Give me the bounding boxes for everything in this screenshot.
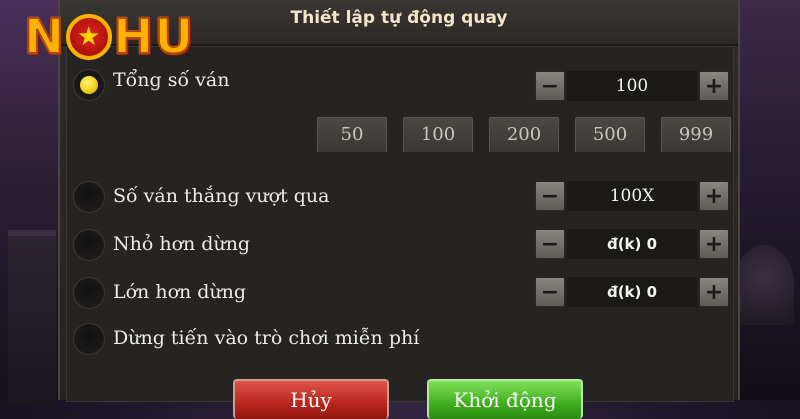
preset-200-button[interactable]: 200 <box>489 117 559 153</box>
label-win-exceed: Số ván thắng vượt qua <box>113 185 330 207</box>
decrease-button[interactable]: − <box>535 229 565 259</box>
label-stop-above: Lớn hơn dừng <box>113 281 247 303</box>
stepper-stop-above: − đ(k) 0 + <box>535 276 729 310</box>
background-right <box>730 0 800 400</box>
row-stop-below: Nhỏ hơn dừng − đ(k) 0 + <box>67 225 733 265</box>
increase-button[interactable]: + <box>699 229 729 259</box>
label-stop-below: Nhỏ hơn dừng <box>113 233 251 255</box>
row-win-exceed: Số ván thắng vượt qua − 100X + <box>67 177 733 217</box>
logo-letter-n: N <box>23 8 66 66</box>
stepper-win-exceed: − 100X + <box>535 180 729 214</box>
radio-selected-dot <box>80 76 98 94</box>
row-total-spins: Tổng số ván − 100 + <box>67 65 733 105</box>
value-stop-below: đ(k) 0 <box>567 229 697 259</box>
label-stop-free-game: Dừng tiến vào trò chơi miễn phí <box>113 327 420 349</box>
label-total-spins: Tổng số ván <box>113 69 230 91</box>
nohu-logo: N ★ H U <box>23 8 214 66</box>
value-stop-above: đ(k) 0 <box>567 277 697 307</box>
logo-letter-h: H <box>112 8 155 66</box>
star-icon: ★ <box>66 14 113 60</box>
radio-win-exceed[interactable] <box>73 181 105 213</box>
radio-stop-free-game[interactable] <box>73 323 105 355</box>
decrease-button[interactable]: − <box>535 71 565 101</box>
logo-letter-u: U <box>153 8 195 66</box>
cancel-button[interactable]: Hủy <box>233 379 389 419</box>
start-button[interactable]: Khởi động <box>427 379 583 419</box>
background-building <box>8 230 56 406</box>
preset-50-button[interactable]: 50 <box>317 117 387 153</box>
preset-100-button[interactable]: 100 <box>403 117 473 153</box>
increase-button[interactable]: + <box>699 181 729 211</box>
row-stop-free-game: Dừng tiến vào trò chơi miễn phí <box>67 319 733 359</box>
background-dome <box>734 245 794 325</box>
value-win-exceed: 100X <box>567 181 697 211</box>
preset-500-button[interactable]: 500 <box>575 117 645 153</box>
decrease-button[interactable]: − <box>535 277 565 307</box>
preset-999-button[interactable]: 999 <box>661 117 731 153</box>
decrease-button[interactable]: − <box>535 181 565 211</box>
row-stop-above: Lớn hơn dừng − đ(k) 0 + <box>67 273 733 313</box>
increase-button[interactable]: + <box>699 71 729 101</box>
preset-buttons: 50 100 200 500 999 <box>317 117 737 155</box>
increase-button[interactable]: + <box>699 277 729 307</box>
value-total-spins: 100 <box>567 71 697 101</box>
radio-stop-below[interactable] <box>73 229 105 261</box>
dialog-body: Tổng số ván − 100 + 50 100 200 500 999 S… <box>66 46 737 419</box>
radio-stop-above[interactable] <box>73 277 105 309</box>
stepper-stop-below: − đ(k) 0 + <box>535 228 729 262</box>
radio-total-spins[interactable] <box>73 69 105 101</box>
stepper-total-spins: − 100 + <box>535 70 729 104</box>
